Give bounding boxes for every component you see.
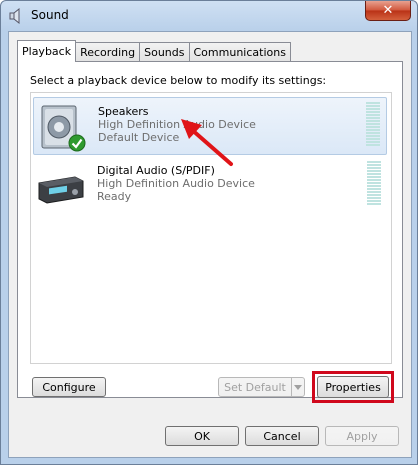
close-icon: ✕ <box>382 3 394 18</box>
device-name: Speakers <box>98 105 149 118</box>
device-description: High Definition Audio Device <box>97 177 255 190</box>
close-button[interactable]: ✕ <box>365 1 411 21</box>
digital-receiver-icon <box>38 176 84 204</box>
tab-sounds[interactable]: Sounds <box>139 42 190 61</box>
device-item-digital-audio[interactable]: Digital Audio (S/PDIF) High Definition A… <box>33 157 387 215</box>
device-status: Default Device <box>98 131 180 144</box>
playback-panel: Select a playback device below to modify… <box>17 61 403 403</box>
sound-dialog: Sound ✕ Playback Recording Sounds Commun… <box>0 0 418 465</box>
title-bar[interactable]: Sound ✕ <box>1 1 417 31</box>
check-badge-icon <box>68 134 86 152</box>
device-list: Speakers High Definition Audio Device De… <box>30 92 392 364</box>
configure-button[interactable]: Configure <box>32 377 106 397</box>
device-item-speakers[interactable]: Speakers High Definition Audio Device De… <box>33 97 387 155</box>
ok-button[interactable]: OK <box>165 426 239 446</box>
highlight-frame <box>312 371 394 403</box>
tab-strip: Playback Recording Sounds Communications <box>17 40 291 62</box>
dialog-client-area: Playback Recording Sounds Communications… <box>8 31 412 458</box>
tab-playback[interactable]: Playback <box>17 40 77 62</box>
device-status: Ready <box>97 190 132 203</box>
cancel-button[interactable]: Cancel <box>245 426 319 446</box>
chevron-down-icon <box>294 384 302 390</box>
tab-recording[interactable]: Recording <box>75 42 141 61</box>
volume-meter-icon <box>366 102 380 146</box>
set-default-dropdown[interactable] <box>291 377 305 397</box>
sound-icon <box>9 8 20 24</box>
device-name: Digital Audio (S/PDIF) <box>97 164 215 177</box>
set-default-button[interactable]: Set Default <box>218 377 292 397</box>
apply-button[interactable]: Apply <box>325 426 399 446</box>
volume-meter-icon <box>367 161 381 205</box>
window-title: Sound <box>31 8 69 22</box>
tab-communications[interactable]: Communications <box>188 42 291 61</box>
device-description: High Definition Audio Device <box>98 118 256 131</box>
instruction-text: Select a playback device below to modify… <box>30 74 327 87</box>
